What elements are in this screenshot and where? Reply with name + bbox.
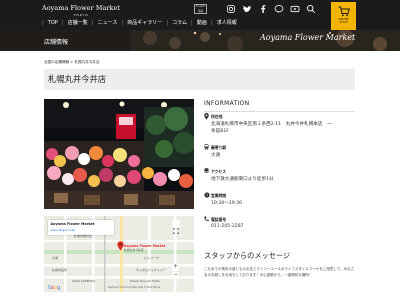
- information-heading: INFORMATION: [204, 100, 250, 107]
- address-value: 北海道札幌市中央区南１条西2-11 丸井今井札幌本店 一: [211, 122, 332, 127]
- brand-sub: TOKYO: [73, 13, 89, 17]
- map-info-card: Aoyama Flower Market View larger map: [48, 220, 114, 235]
- access-value: 地下鉄大通駅東口より徒歩1分: [211, 177, 274, 182]
- nav-item-top[interactable]: TOP: [48, 20, 58, 26]
- map-fullscreen-button[interactable]: [172, 220, 180, 234]
- store-photo-illustration: [44, 99, 194, 209]
- map-label: ビルバーク: [144, 256, 160, 260]
- station-value: 大通: [211, 153, 221, 158]
- breadcrumb[interactable]: 全国の店舗情報 > 札幌丸井今井店: [44, 60, 100, 65]
- facebook-icon[interactable]: [258, 4, 268, 14]
- svg-text:g: g: [57, 285, 60, 290]
- hours-value: 10:30～19:30: [211, 201, 243, 206]
- map-pin-sublabel: 札幌丸井今井店: [124, 248, 144, 252]
- banner-title: 店舗情報: [44, 39, 69, 46]
- nav-item-stores[interactable]: 店舗一覧: [68, 20, 88, 26]
- map-label: 大通: [52, 256, 59, 260]
- brand-logo[interactable]: Aoyama Flower Market TOKYO: [42, 4, 120, 17]
- instagram-icon[interactable]: [226, 4, 236, 14]
- map-label: 札幌市役所: [52, 268, 68, 272]
- line-icon[interactable]: [274, 4, 284, 14]
- page-banner: 店舗情報 Aoyama Flower Market: [0, 30, 400, 51]
- google-map[interactable]: Aoyama Flower Market View larger map 札幌市…: [44, 216, 194, 292]
- search-icon[interactable]: [306, 4, 316, 14]
- google-logo: Goog: [48, 285, 60, 290]
- nav-item-news[interactable]: ニュース: [98, 20, 118, 26]
- map-label: 札幌市時計台: [74, 234, 93, 238]
- staff-message-text: これまでの長年の感じものお花とデイリーユースのライフスタイルブーケをご用意して、…: [204, 267, 355, 277]
- map-label: ASAS SAPPORO: [72, 279, 96, 283]
- view-larger-map-link[interactable]: View larger map: [51, 228, 76, 232]
- staff-message-heading: スタッフからのメッセージ: [204, 251, 291, 260]
- page-title: 札幌丸井今井店: [48, 74, 107, 84]
- nav-item-video[interactable]: 動画: [197, 20, 207, 26]
- youtube-icon[interactable]: [290, 4, 300, 14]
- map-pin-icon[interactable]: [117, 241, 124, 251]
- online-shop-button[interactable]: ONLINE SHOP: [331, 2, 356, 30]
- phone-label: 電話番号: [211, 217, 227, 222]
- zoom-in-button[interactable]: +: [172, 263, 179, 271]
- nav-item-gallery[interactable]: 商品ギャラリー: [127, 20, 162, 26]
- cart-icon: [338, 6, 350, 17]
- language-label: English 港國: [195, 5, 206, 13]
- nav-item-column[interactable]: コラム: [172, 20, 187, 26]
- access-label: アクセス: [211, 169, 226, 174]
- online-shop-label: ONLINE SHOP: [338, 17, 349, 25]
- clock-icon: [204, 192, 210, 198]
- divider: [204, 111, 355, 112]
- map-card-title: Aoyama Flower Market: [50, 222, 95, 226]
- map-label: Daiwa Roynet Hotel: [130, 279, 160, 283]
- phone-value[interactable]: 011-205-2287: [211, 224, 244, 229]
- store-photo: [44, 99, 194, 209]
- nav-item-jobs[interactable]: 求人情報: [217, 20, 237, 26]
- station-label: 最寄り駅: [211, 145, 227, 150]
- address-value-line2: 条館B1F: [211, 129, 229, 134]
- brand-name: Aoyama Flower Market: [42, 4, 121, 12]
- access-icon: [204, 168, 209, 173]
- fullscreen-icon: [173, 228, 179, 234]
- location-pin-icon: [204, 113, 209, 120]
- language-switch[interactable]: English 港國: [194, 4, 207, 14]
- zoom-out-button[interactable]: −: [172, 271, 179, 279]
- hours-label: 営業時間: [211, 193, 227, 198]
- main-nav: | TOP | 店舗一覧 | ニュース | 商品ギャラリー | コラム | 動画…: [42, 20, 237, 26]
- twitter-icon[interactable]: [242, 4, 252, 14]
- map-label: サッポロファクトリー: [136, 268, 167, 272]
- store-title-bar: 札幌丸井今井店: [44, 69, 355, 90]
- site-header: Aoyama Flower Market TOKYO | TOP | 店舗一覧 …: [0, 0, 400, 30]
- banner-script-text: Aoyama Flower Market: [260, 33, 356, 42]
- phone-icon: [204, 216, 209, 222]
- map-footer[interactable]: Keyboard shortcuts Map data ©2023 Terms: [108, 286, 160, 289]
- station-icon: [204, 144, 209, 150]
- address-label: 所在地: [211, 114, 223, 119]
